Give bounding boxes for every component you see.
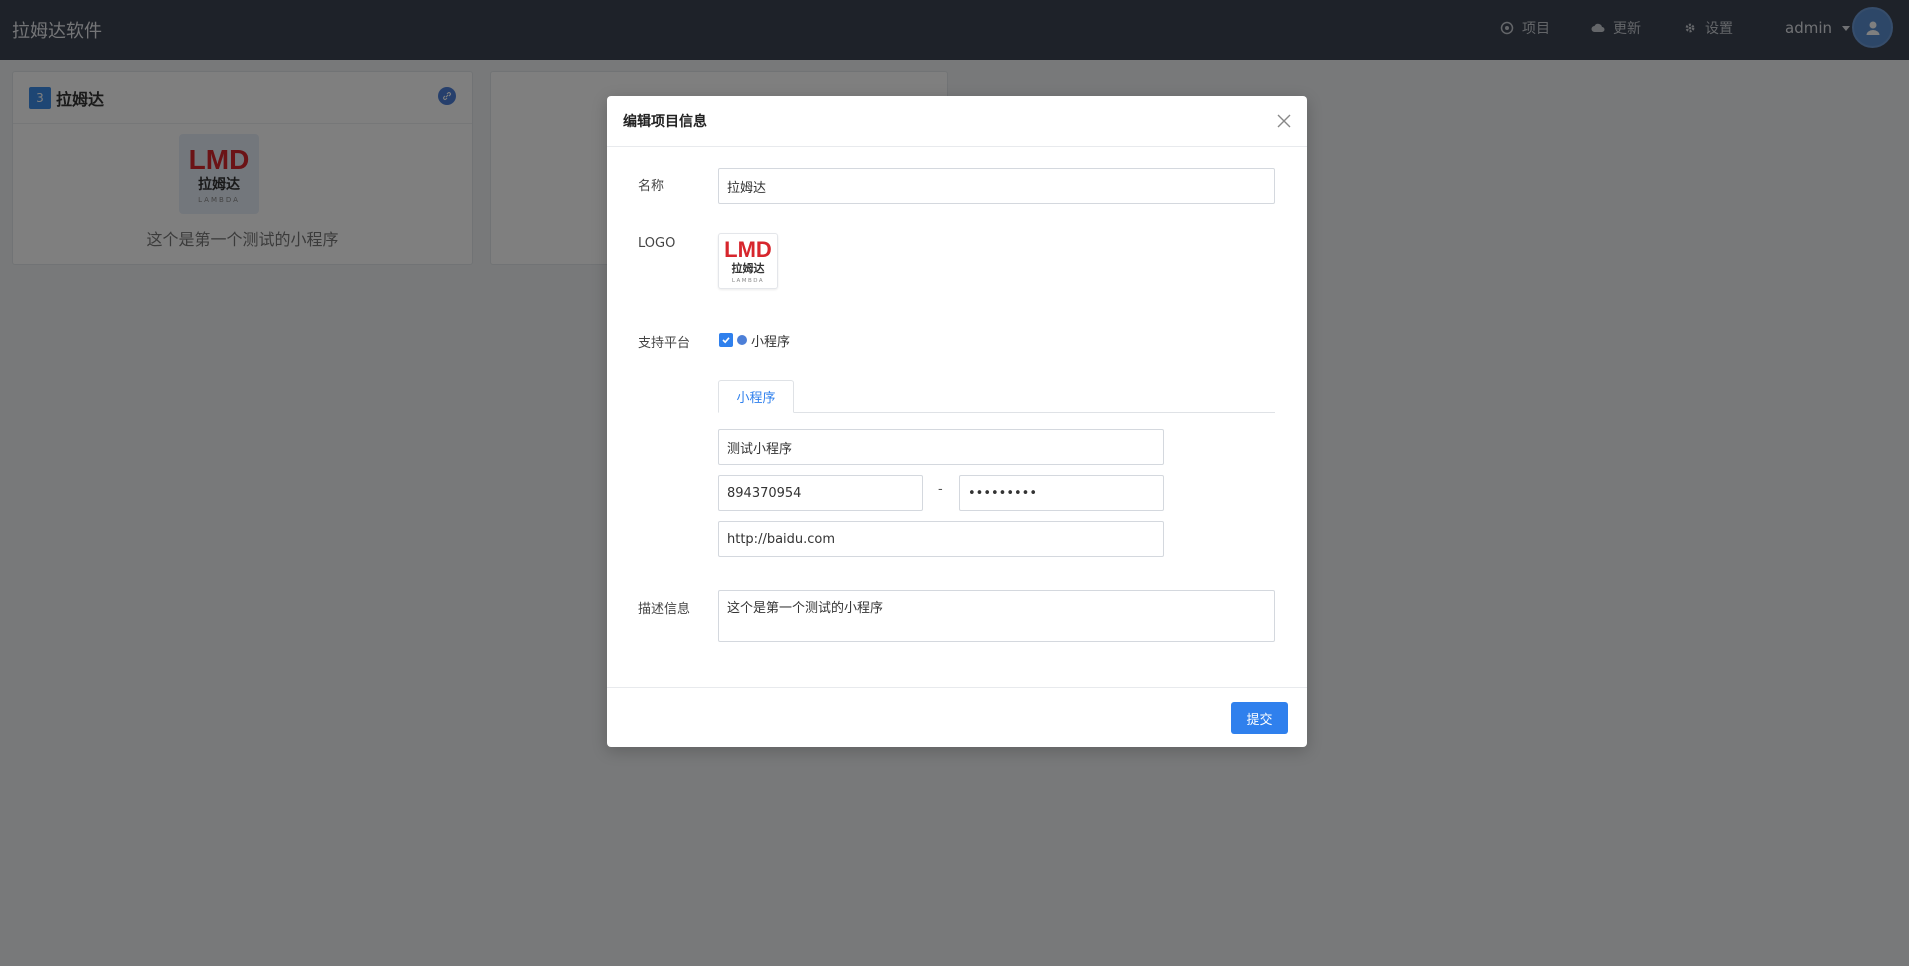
- edit-project-modal: 编辑项目信息 名称 拉姆达 LOGO LMD 拉姆达 LAMBDA 支持平台 小…: [607, 96, 1307, 747]
- close-icon[interactable]: [1275, 112, 1293, 130]
- description-label: 描述信息: [638, 602, 691, 617]
- platform-label: 支持平台: [638, 336, 691, 351]
- miniprogram-icon: [737, 335, 747, 345]
- app-name-input[interactable]: 测试小程序: [718, 429, 1164, 465]
- platform-checkbox[interactable]: [719, 333, 733, 347]
- separator: -: [938, 482, 943, 497]
- app-id-input[interactable]: 894370954: [718, 475, 923, 511]
- logo-upload[interactable]: LMD 拉姆达 LAMBDA: [718, 233, 778, 289]
- name-label: 名称: [638, 179, 665, 194]
- logo-label: LOGO: [638, 236, 676, 251]
- platform-option-label[interactable]: 小程序: [751, 331, 790, 350]
- svg-text:LMD: LMD: [724, 237, 772, 262]
- tab-miniprogram[interactable]: 小程序: [718, 380, 794, 413]
- lmd-logo-icon: LMD 拉姆达 LAMBDA: [724, 237, 772, 284]
- modal-header: 编辑项目信息: [607, 96, 1307, 147]
- description-textarea[interactable]: 这个是第一个测试的小程序: [718, 590, 1275, 642]
- check-icon: [722, 337, 730, 344]
- name-input[interactable]: 拉姆达: [718, 168, 1275, 204]
- tab-divider: [718, 412, 1275, 413]
- submit-button[interactable]: 提交: [1231, 702, 1288, 734]
- svg-text:拉姆达: 拉姆达: [732, 261, 765, 275]
- app-secret-input[interactable]: •••••••••: [959, 475, 1164, 511]
- modal-footer-divider: [607, 687, 1307, 688]
- modal-title: 编辑项目信息: [623, 114, 707, 130]
- url-input[interactable]: http://baidu.com: [718, 521, 1164, 557]
- svg-text:LAMBDA: LAMBDA: [732, 278, 764, 284]
